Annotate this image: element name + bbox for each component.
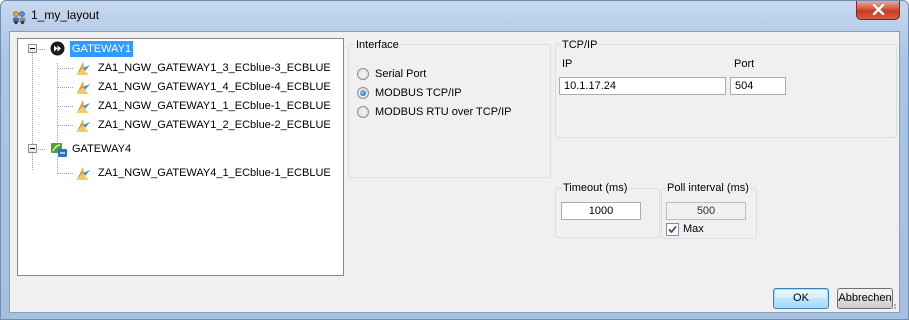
ip-label: IP [562, 58, 573, 70]
title-bar[interactable]: 1_my_layout [1, 1, 908, 31]
tree-node-gateway4[interactable]: GATEWAY4 [24, 140, 334, 158]
fan-device-icon [76, 119, 90, 132]
gateway-tree[interactable]: GATEWAY1 ZA1_NGW_GATEWAY1_3_ECblue-3_ECB… [17, 38, 344, 276]
fan-device-icon [76, 62, 90, 75]
radio-button[interactable] [357, 106, 369, 118]
ok-button[interactable]: OK [773, 288, 829, 309]
tree-node-gateway1[interactable]: GATEWAY1 [24, 40, 334, 58]
tree-node-label[interactable]: ZA1_NGW_GATEWAY1_2_ECblue-2_ECBLUE [96, 117, 333, 133]
poll-interval-group-title: Poll interval (ms) [666, 182, 750, 194]
radio-serial-port[interactable]: Serial Port [357, 66, 537, 82]
fan-device-icon [76, 100, 90, 113]
radio-button[interactable] [357, 87, 369, 99]
checkmark-icon [668, 225, 677, 234]
radio-label: Serial Port [375, 68, 427, 80]
close-button[interactable] [856, 1, 900, 20]
interface-group-title: Interface [355, 39, 400, 51]
gateway-network-icon [51, 143, 67, 157]
port-label: Port [734, 58, 755, 70]
tree-node-device[interactable]: ZA1_NGW_GATEWAY1_1_ECblue-1_ECBLUE [18, 97, 338, 115]
ip-input[interactable] [559, 77, 726, 95]
radio-button[interactable] [357, 68, 369, 80]
cancel-button[interactable]: Abbrechen [837, 288, 893, 309]
collapse-toggle[interactable] [28, 44, 37, 53]
layout-people-icon [13, 11, 26, 25]
timeout-group-title: Timeout (ms) [562, 182, 629, 194]
window-title: 1_my_layout [31, 8, 100, 22]
fast-forward-circle-icon [50, 41, 65, 56]
fan-device-icon [76, 167, 90, 180]
max-label: Max [683, 223, 704, 235]
fan-device-icon [76, 81, 90, 94]
dialog-window: 1_my_layout GATEWAY1 ZA1_NGW_GATEWAY1_3_… [0, 0, 909, 320]
port-input[interactable] [730, 77, 786, 95]
tree-node-label[interactable]: ZA1_NGW_GATEWAY1_3_ECblue-3_ECBLUE [96, 60, 333, 76]
poll-interval-input[interactable] [666, 202, 746, 220]
tree-node-device[interactable]: ZA1_NGW_GATEWAY1_4_ECblue-4_ECBLUE [18, 78, 338, 96]
radio-label: MODBUS RTU over TCP/IP [375, 106, 512, 118]
tree-node-device[interactable]: ZA1_NGW_GATEWAY4_1_ECblue-1_ECBLUE [18, 164, 338, 182]
tree-node-label[interactable]: ZA1_NGW_GATEWAY1_1_ECblue-1_ECBLUE [96, 98, 333, 114]
radio-modbus-tcpip[interactable]: MODBUS TCP/IP [357, 85, 537, 101]
tree-node-label[interactable]: ZA1_NGW_GATEWAY1_4_ECblue-4_ECBLUE [96, 79, 333, 95]
radio-label: MODBUS TCP/IP [375, 87, 462, 99]
max-checkbox[interactable] [666, 223, 679, 236]
tree-node-device[interactable]: ZA1_NGW_GATEWAY1_3_ECblue-3_ECBLUE [18, 59, 338, 77]
resize-grip-icon[interactable] [887, 300, 897, 310]
close-x-icon [872, 4, 885, 15]
tree-node-device[interactable]: ZA1_NGW_GATEWAY1_2_ECblue-2_ECBLUE [18, 116, 338, 134]
radio-modbus-rtu-over-tcpip[interactable]: MODBUS RTU over TCP/IP [357, 104, 537, 120]
tree-node-label[interactable]: GATEWAY1 [70, 41, 134, 57]
tree-node-label[interactable]: GATEWAY4 [70, 141, 133, 157]
timeout-input[interactable] [561, 202, 641, 220]
collapse-toggle[interactable] [28, 144, 37, 153]
tcpip-group-title: TCP/IP [561, 39, 599, 51]
dialog-client-area: GATEWAY1 ZA1_NGW_GATEWAY1_3_ECblue-3_ECB… [9, 31, 900, 313]
tree-node-label[interactable]: ZA1_NGW_GATEWAY4_1_ECblue-1_ECBLUE [96, 165, 333, 181]
